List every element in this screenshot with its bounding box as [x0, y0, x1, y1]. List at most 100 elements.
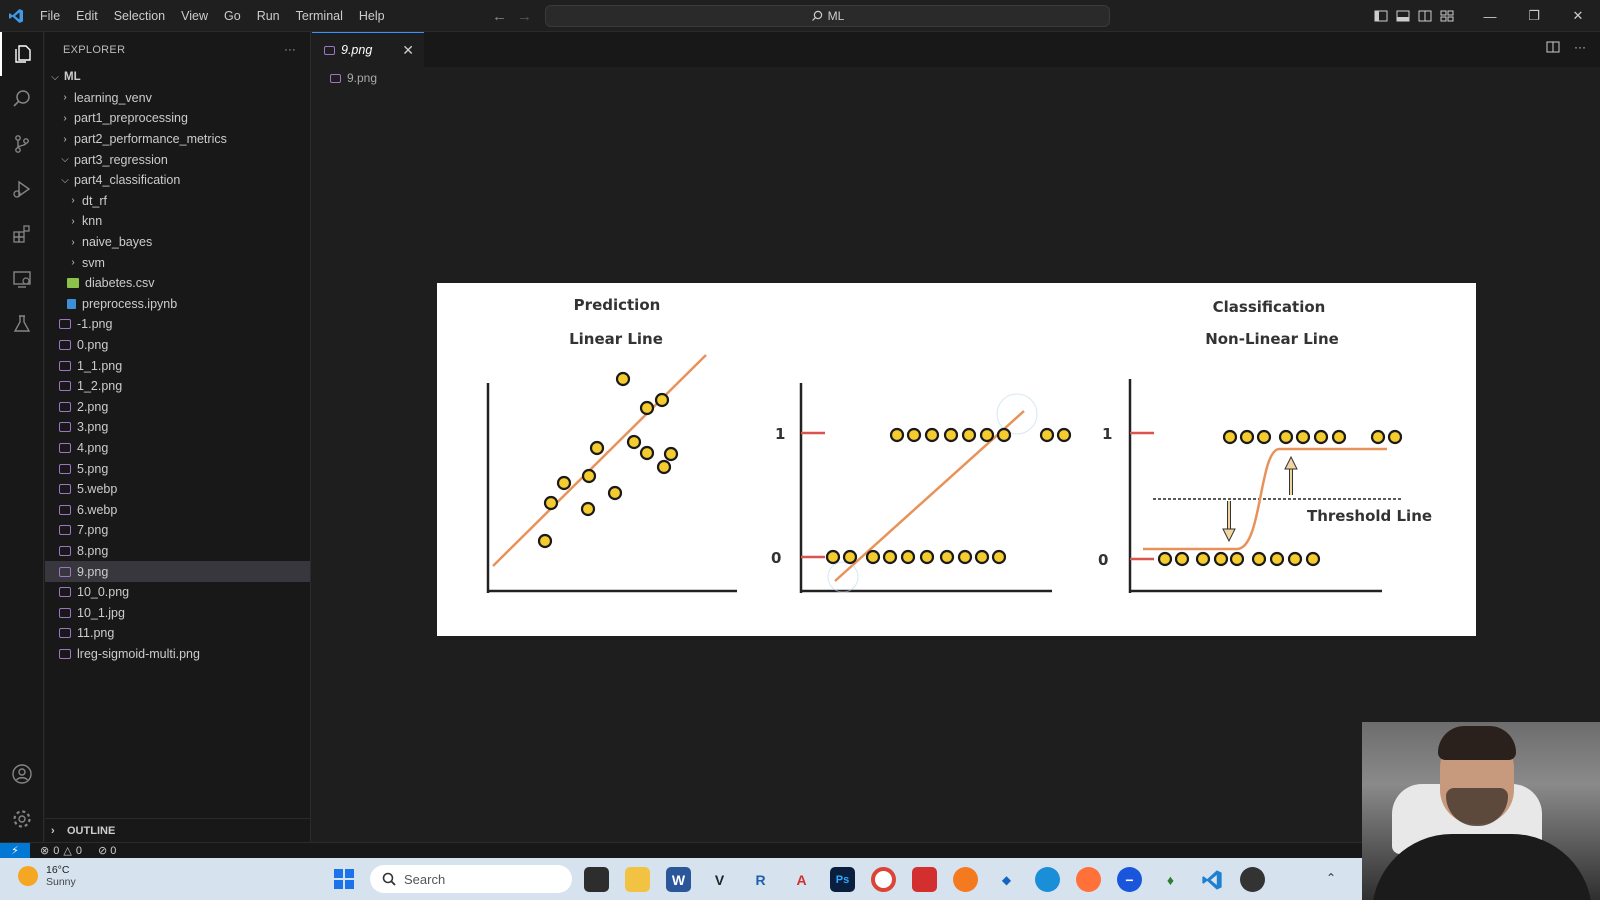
- pdf-reader-icon[interactable]: [912, 867, 937, 892]
- menu-run[interactable]: Run: [249, 0, 288, 32]
- tree-folder[interactable]: › dt_rf: [45, 191, 310, 212]
- tree-folder[interactable]: › svm: [45, 252, 310, 273]
- search-icon[interactable]: [0, 77, 44, 121]
- chevron-right-icon: ›: [71, 257, 75, 269]
- tree-folder[interactable]: › naive_bayes: [45, 232, 310, 253]
- edge-icon[interactable]: [1035, 867, 1060, 892]
- tree-file[interactable]: 1_1.png: [45, 355, 310, 376]
- tree-file[interactable]: 8.png: [45, 541, 310, 562]
- tree-folder[interactable]: ⌵ part3_regression: [45, 149, 310, 170]
- minimize-icon[interactable]: —: [1468, 9, 1512, 24]
- tree-file[interactable]: lreg-sigmoid-multi.png: [45, 644, 310, 665]
- tree-file[interactable]: 2.png: [45, 397, 310, 418]
- postman-icon[interactable]: [953, 867, 978, 892]
- tree-file[interactable]: 3.png: [45, 417, 310, 438]
- remote-indicator-icon[interactable]: ⚡: [0, 842, 30, 859]
- forward-arrow-icon[interactable]: →: [517, 8, 532, 25]
- explorer-icon[interactable]: [0, 32, 44, 76]
- word-icon[interactable]: W: [666, 867, 691, 892]
- editor-more-icon[interactable]: ···: [1574, 40, 1586, 54]
- tree-folder[interactable]: ⌵ part4_classification: [45, 170, 310, 191]
- run-debug-icon[interactable]: [0, 167, 44, 211]
- close-window-icon[interactable]: ✕: [1556, 8, 1600, 24]
- warning-count: 0: [75, 844, 82, 857]
- problems-indicator[interactable]: ⊗ 0 △ 0: [40, 844, 82, 858]
- warning-icon: △: [63, 845, 72, 857]
- photoshop-icon[interactable]: Ps: [830, 867, 855, 892]
- tree-file[interactable]: preprocess.ipynb: [45, 294, 310, 315]
- menu-go[interactable]: Go: [216, 0, 249, 32]
- settings-gear-icon[interactable]: [0, 797, 44, 841]
- vector-app-icon[interactable]: V: [707, 867, 732, 892]
- zoom-icon[interactable]: −: [1117, 867, 1142, 892]
- remote-explorer-icon[interactable]: [0, 257, 44, 301]
- command-center-search[interactable]: ML: [545, 5, 1110, 27]
- chrome-icon[interactable]: [871, 867, 896, 892]
- menu-file[interactable]: File: [32, 0, 68, 32]
- ports-indicator[interactable]: ⊘ 0: [98, 844, 116, 857]
- tree-file[interactable]: -1.png: [45, 314, 310, 335]
- system-tray-chevron-icon[interactable]: ⌃: [1326, 871, 1336, 885]
- mongodb-icon[interactable]: ♦: [1158, 867, 1183, 892]
- data-point: [1195, 551, 1211, 567]
- tree-file[interactable]: 4.png: [45, 438, 310, 459]
- tree-file[interactable]: 5.webp: [45, 479, 310, 500]
- obs-icon[interactable]: [1240, 867, 1265, 892]
- customize-layout-icon[interactable]: [1440, 9, 1454, 23]
- taskbar-search[interactable]: Search: [370, 865, 572, 893]
- close-tab-icon[interactable]: ✕: [402, 42, 414, 59]
- toggle-sidebar-icon[interactable]: [1374, 9, 1388, 23]
- tree-item-label: -1.png: [77, 317, 113, 332]
- binary-points-panel-two: [825, 427, 1072, 565]
- back-arrow-icon[interactable]: ←: [492, 8, 507, 25]
- tree-item-label: 7.png: [77, 523, 109, 538]
- restore-icon[interactable]: ❐: [1512, 8, 1556, 24]
- menu-edit[interactable]: Edit: [68, 0, 106, 32]
- menu-terminal[interactable]: Terminal: [288, 0, 351, 32]
- tree-file[interactable]: 0.png: [45, 335, 310, 356]
- weather-widget[interactable]: 16°C Sunny: [18, 864, 76, 888]
- menu-help[interactable]: Help: [351, 0, 393, 32]
- app-icon[interactable]: ◆: [994, 867, 1019, 892]
- chevron-down-icon: ⌵: [51, 71, 59, 83]
- outline-section[interactable]: › OUTLINE: [45, 818, 311, 842]
- file-explorer-icon[interactable]: [625, 867, 650, 892]
- toggle-panel-icon[interactable]: [1396, 9, 1410, 23]
- task-view-icon[interactable]: [584, 867, 609, 892]
- acrobat-icon[interactable]: A: [789, 867, 814, 892]
- tree-file[interactable]: 7.png: [45, 520, 310, 541]
- tree-file[interactable]: 6.webp: [45, 499, 310, 520]
- tree-file[interactable]: diabetes.csv: [45, 273, 310, 294]
- tree-folder[interactable]: › learning_venv: [45, 88, 310, 109]
- toggle-secondary-sidebar-icon[interactable]: [1418, 9, 1432, 23]
- left-title: Prediction: [574, 296, 661, 314]
- windows-start-icon[interactable]: [334, 869, 354, 889]
- menu-selection[interactable]: Selection: [106, 0, 173, 32]
- data-point: [939, 549, 955, 565]
- tree-file[interactable]: 5.png: [45, 458, 310, 479]
- tab-9-png[interactable]: 9.png ✕: [312, 32, 424, 67]
- testing-icon[interactable]: [0, 302, 44, 346]
- tree-file[interactable]: 10_0.png: [45, 582, 310, 603]
- more-actions-icon[interactable]: ···: [284, 44, 296, 56]
- data-point: [580, 501, 596, 517]
- tree-root-ml[interactable]: ⌵ ML: [45, 67, 310, 88]
- extensions-icon[interactable]: [0, 212, 44, 256]
- tree-file[interactable]: 9.png: [45, 561, 310, 582]
- split-editor-icon[interactable]: [1546, 40, 1560, 54]
- tree-folder[interactable]: › part1_preprocessing: [45, 108, 310, 129]
- tree-folder[interactable]: › part2_performance_metrics: [45, 129, 310, 150]
- accounts-icon[interactable]: [0, 752, 44, 796]
- chevron-down-icon: ⌵: [61, 154, 69, 166]
- menu-view[interactable]: View: [173, 0, 216, 32]
- tree-folder[interactable]: › knn: [45, 211, 310, 232]
- r-language-icon[interactable]: R: [748, 867, 773, 892]
- data-point: [556, 475, 572, 491]
- breadcrumb[interactable]: 9.png: [330, 68, 377, 88]
- tree-file[interactable]: 10_1.jpg: [45, 602, 310, 623]
- source-control-icon[interactable]: [0, 122, 44, 166]
- vscode-taskbar-icon[interactable]: [1199, 867, 1224, 892]
- tree-file[interactable]: 1_2.png: [45, 376, 310, 397]
- tree-file[interactable]: 11.png: [45, 623, 310, 644]
- firefox-icon[interactable]: [1076, 867, 1101, 892]
